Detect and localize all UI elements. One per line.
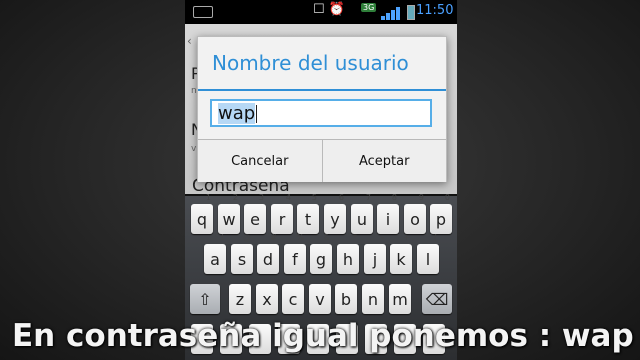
key-hint: 7 (365, 193, 371, 202)
settings-item-1-sub: n (191, 86, 197, 96)
key-label: g (315, 250, 327, 269)
key-label: w (222, 210, 236, 229)
key-label: n (367, 290, 379, 309)
video-caption: En contraseña igual ponemos : wap (12, 318, 634, 354)
key-y[interactable]: y6 (324, 194, 346, 234)
key-l[interactable]: l( (417, 234, 439, 274)
key-label: q (196, 210, 208, 229)
key-g[interactable]: g & (310, 234, 332, 274)
accept-button[interactable]: Aceptar (321, 140, 446, 182)
key-label: r (278, 210, 286, 229)
key-x[interactable]: x (256, 284, 278, 314)
cancel-button[interactable]: Cancelar (198, 140, 322, 182)
status-bar: ☐ ⏰ 3G 11:50 (185, 0, 457, 24)
dialog-title: Nombre del usuario (212, 51, 409, 75)
key-label: y (330, 210, 340, 229)
key-u[interactable]: u7 (351, 194, 373, 234)
key-label: c (288, 290, 298, 309)
battery-icon (407, 5, 415, 20)
key-label: p (435, 210, 447, 229)
key-hint: ( (433, 233, 437, 242)
key-hint: 4 (285, 193, 291, 202)
key-hint: - (381, 233, 384, 242)
key-hint: % (296, 233, 304, 242)
key-q[interactable]: q1 (191, 194, 213, 234)
key-b[interactable]: b (335, 284, 357, 314)
key-label: a (210, 250, 220, 269)
key-k[interactable]: k + (390, 234, 412, 274)
key-t[interactable]: t5 (297, 194, 319, 234)
key-r[interactable]: r4 (271, 194, 293, 234)
key-hint: 8 (391, 193, 397, 202)
dialog-divider (198, 89, 446, 91)
key-hint: 1 (205, 193, 211, 202)
username-input-value: wap (218, 103, 256, 124)
key-label: e (250, 210, 260, 229)
status-time: 11:50 (416, 3, 454, 18)
key-a[interactable]: a! (204, 234, 226, 274)
key-p[interactable]: p0 (430, 194, 452, 234)
key-j[interactable]: j- (364, 234, 386, 274)
key-label: z (235, 290, 245, 309)
key-label: j (372, 250, 378, 269)
key-label: v (315, 290, 325, 309)
key-n[interactable]: n (362, 284, 384, 314)
key-label: d (262, 250, 274, 269)
key-c[interactable]: c (282, 284, 304, 314)
key-label: x (262, 290, 272, 309)
text-cursor (256, 105, 258, 123)
signal-icon (381, 4, 405, 20)
key-label: f (292, 250, 298, 269)
key-hint: & (323, 233, 330, 242)
key-h[interactable]: h * (337, 234, 359, 274)
key-hint: + (403, 233, 410, 242)
dialog-button-bar: Cancelar Aceptar (198, 139, 446, 182)
key-label: t (304, 210, 312, 229)
key-e[interactable]: e3 (244, 194, 266, 234)
phone-icon: ☐ ⏰ (313, 2, 345, 17)
key-hint: 5 (311, 193, 317, 202)
key-s[interactable]: s @ (231, 234, 253, 274)
username-dialog: Nombre del usuario wap Cancelar Aceptar (197, 36, 447, 182)
key-o[interactable]: o9 (404, 194, 426, 234)
key-label: i (385, 210, 391, 229)
key-label: s (237, 250, 247, 269)
key-hint: 9 (418, 193, 424, 202)
keyboard-icon (193, 6, 213, 18)
backspace-icon[interactable]: ⌫ (422, 284, 452, 314)
key-hint: 6 (338, 193, 344, 202)
key-hint: ! (220, 233, 224, 242)
back-icon: ‹ (187, 34, 192, 48)
key-label: h (342, 250, 354, 269)
key-label: k (396, 250, 406, 269)
key-z[interactable]: z (229, 284, 251, 314)
key-label: o (410, 210, 420, 229)
key-label: u (356, 210, 368, 229)
settings-item-2-sub: v (191, 144, 197, 154)
key-hint: * (353, 233, 357, 242)
key-hint: 3 (258, 193, 264, 202)
key-i[interactable]: i8 (377, 194, 399, 234)
username-input[interactable]: wap (210, 99, 432, 127)
key-hint: 0 (444, 193, 450, 202)
network-badge: 3G (361, 3, 377, 12)
key-hint: # (270, 233, 277, 242)
key-m[interactable]: m (389, 284, 411, 314)
shift-icon[interactable]: ⇧ (190, 284, 220, 314)
key-v[interactable]: v (309, 284, 331, 314)
key-label: b (340, 290, 352, 309)
key-hint: 2 (232, 193, 238, 202)
key-label: l (425, 250, 431, 269)
key-w[interactable]: w2 (218, 194, 240, 234)
key-label: m (392, 290, 408, 309)
key-d[interactable]: d # (257, 234, 279, 274)
key-f[interactable]: f% (284, 234, 306, 274)
key-hint: @ (243, 233, 251, 242)
phone-screen: ☐ ⏰ 3G 11:50 ‹ P n N v Contraseña Nombre… (185, 0, 457, 360)
